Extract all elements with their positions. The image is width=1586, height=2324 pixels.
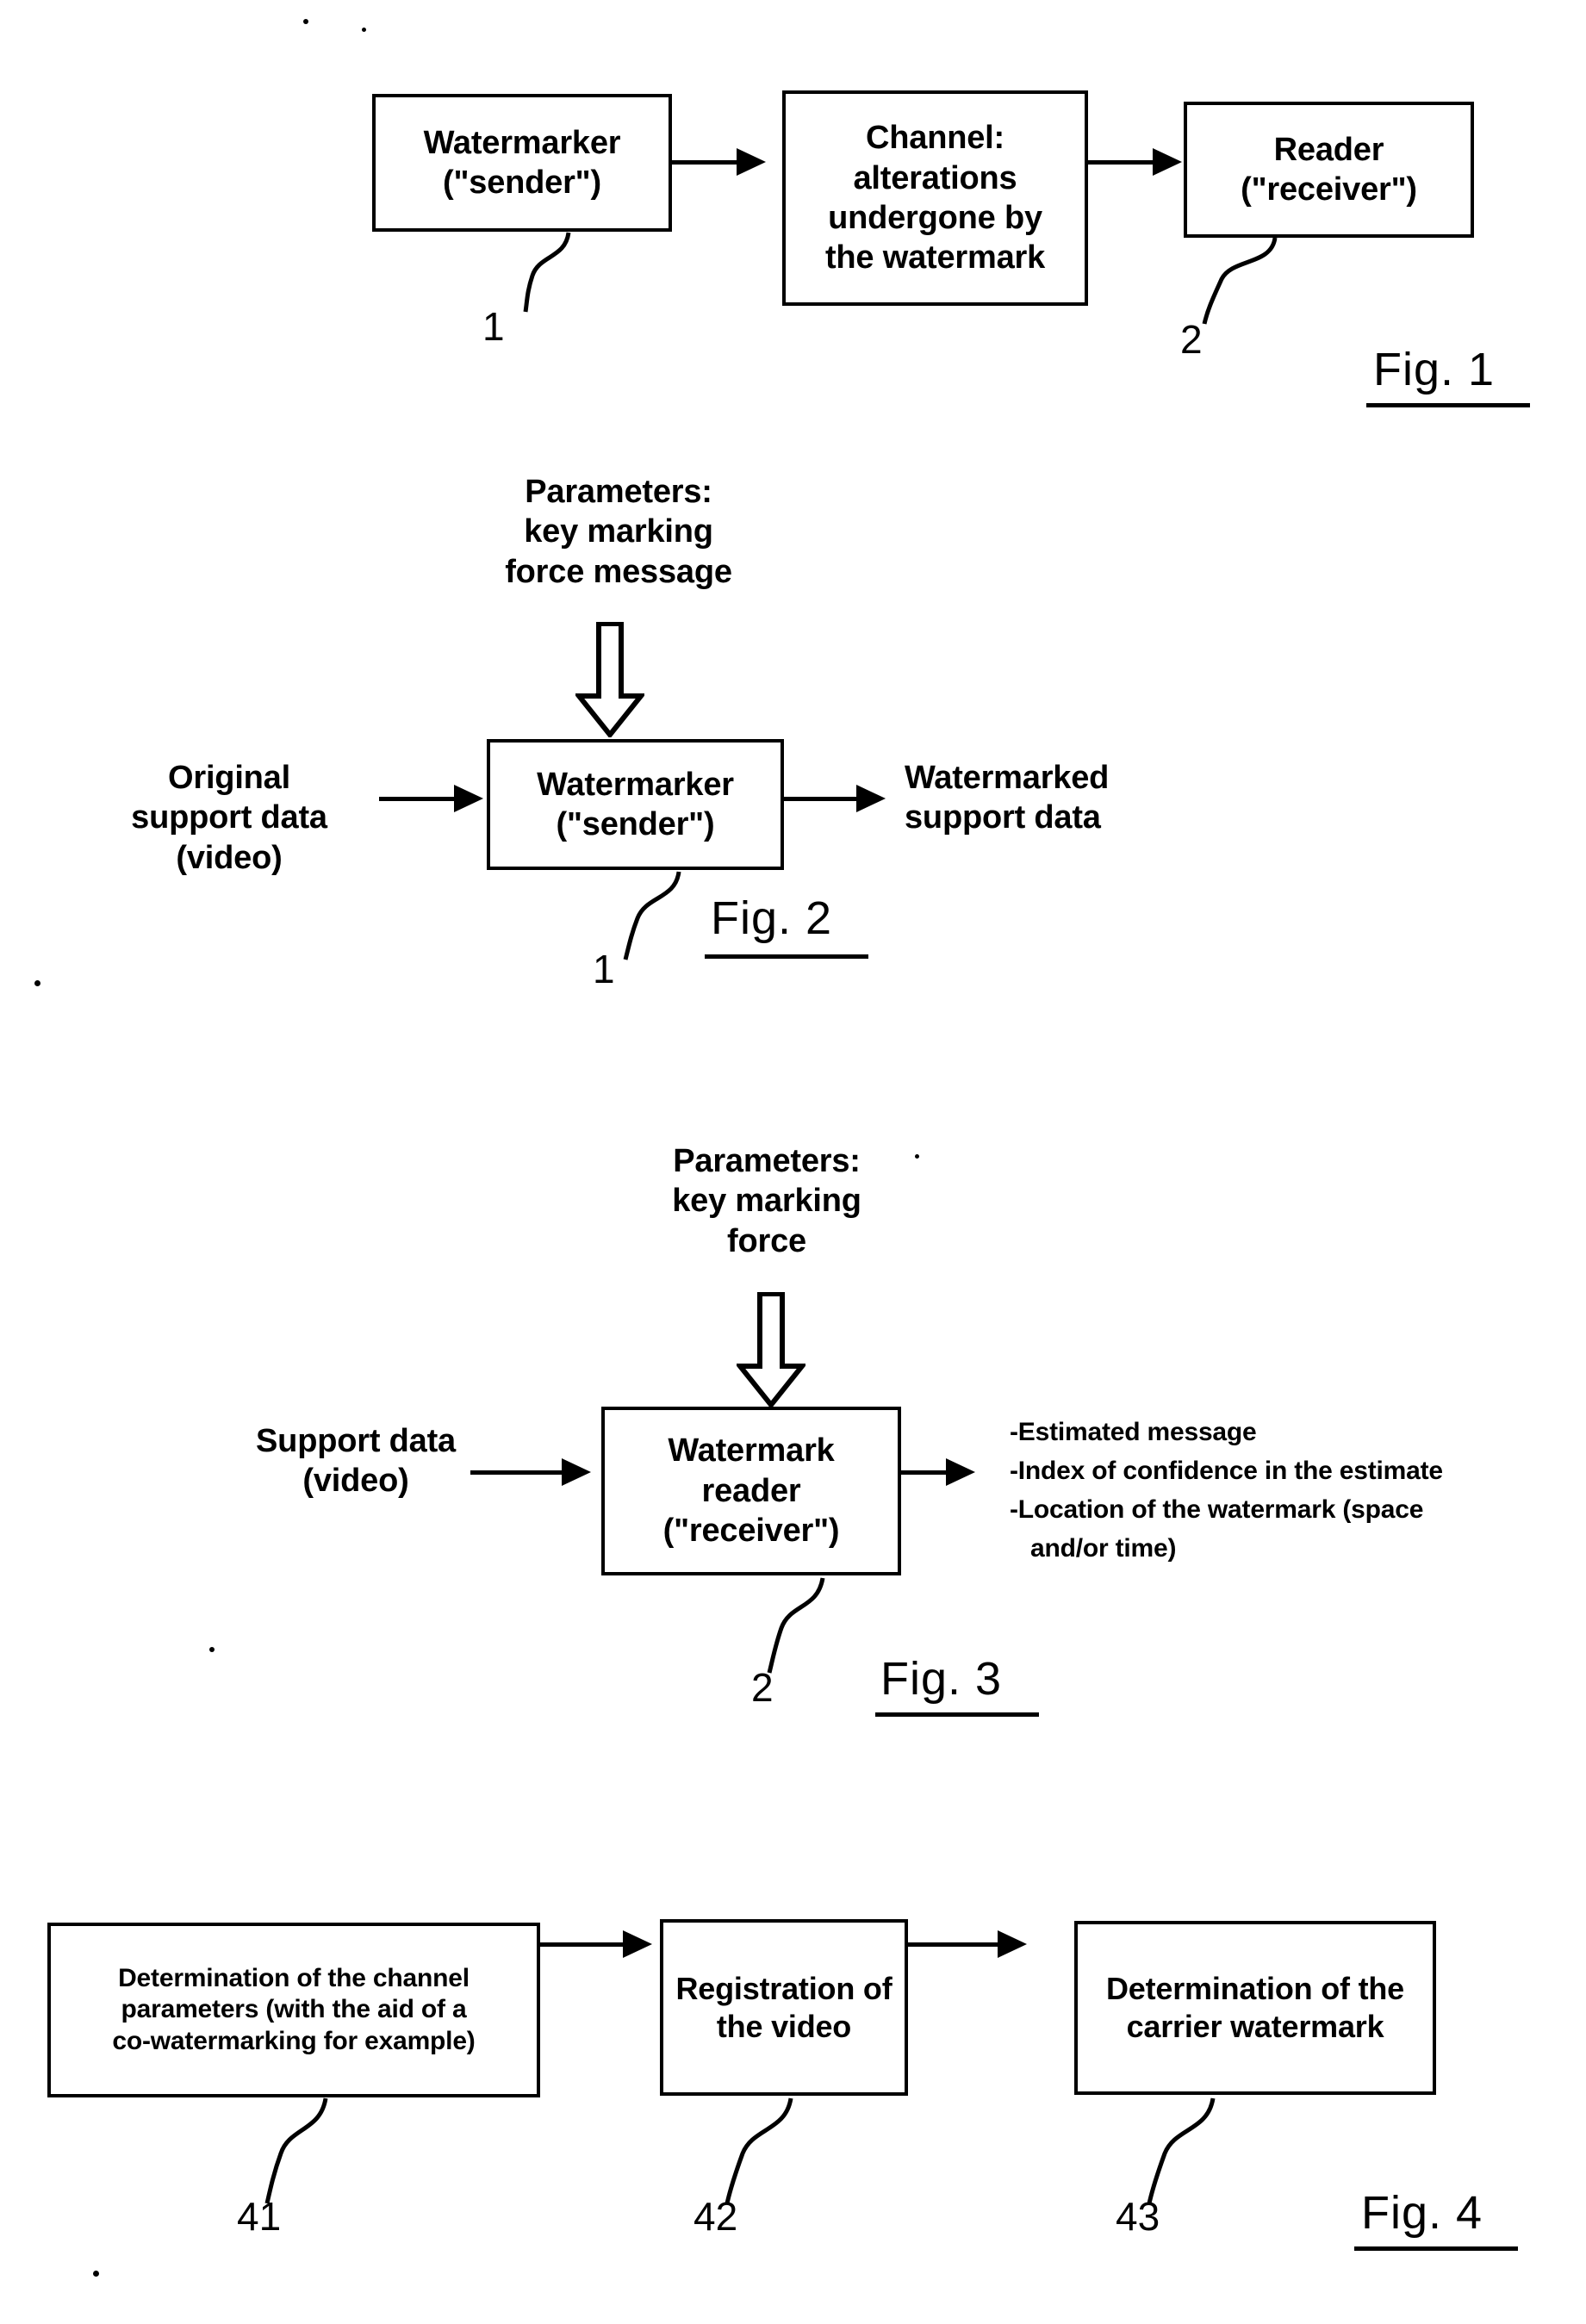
fig3-input-arrow-line [470, 1470, 574, 1475]
fig3-output-item-2: -Index of confidence in the estimate [1010, 1457, 1443, 1485]
fig3-caption-underline [875, 1712, 1039, 1717]
fig4-arrow-1-head [623, 1930, 652, 1958]
fig1-watermarker-sender-box: Watermarker ("sender") [372, 94, 672, 232]
fig4-registration-of-video-box: Registration of the video [660, 1919, 908, 2096]
fig2-caption: Fig. 2 [711, 892, 833, 944]
fig4-determine-carrier-watermark-box: Determination of the carrier watermark [1074, 1921, 1436, 2095]
scan-speck [362, 28, 366, 32]
fig2-output-label: Watermarked support data [905, 760, 1110, 836]
fig1-channel-box: Channel: alterations undergone by the wa… [782, 90, 1088, 306]
fig3-output-item-4: and/or time) [1030, 1534, 1177, 1563]
fig2-output-arrow-head [856, 785, 886, 812]
fig3-input-label: Support data (video) [256, 1423, 456, 1500]
fig2-ref-1: 1 [593, 947, 615, 991]
fig3-input-arrow-head [562, 1458, 591, 1486]
scan-speck [209, 1647, 215, 1652]
fig1-ref2-leader [1202, 237, 1278, 325]
fig4-ref41-leader [264, 2097, 328, 2204]
fig1-caption: Fig. 1 [1373, 344, 1496, 395]
fig4-determine-channel-parameters-box: Determination of the channel parameters … [47, 1923, 540, 2097]
patent-drawing-sheet: Watermarker ("sender") Channel: alterati… [0, 0, 1586, 2324]
scan-speck [93, 2271, 99, 2277]
fig2-caption-underline [705, 954, 868, 959]
fig3-parameters-label: Parameters: key marking force [672, 1143, 861, 1259]
fig1-reader-receiver-box: Reader ("receiver") [1184, 102, 1474, 238]
fig2-input-arrow-head [454, 785, 483, 812]
fig3-output-item-3: -Location of the watermark (space [1010, 1495, 1424, 1524]
fig1-ref-2: 2 [1180, 317, 1203, 362]
fig4-ref-42: 42 [693, 2194, 738, 2239]
fig1-arrow-1-head [737, 148, 766, 176]
fig2-parameters-block-arrow [575, 622, 644, 737]
fig3-caption: Fig. 3 [880, 1653, 1003, 1705]
fig3-ref2-leader [767, 1577, 825, 1674]
fig4-arrow-2-head [998, 1930, 1027, 1958]
fig2-watermarker-sender-box: Watermarker ("sender") [487, 739, 784, 870]
fig4-caption: Fig. 4 [1361, 2187, 1483, 2239]
fig4-caption-underline [1354, 2246, 1518, 2251]
fig4-ref-43: 43 [1116, 2194, 1160, 2239]
fig3-ref-2: 2 [751, 1665, 774, 1710]
fig4-ref43-leader [1147, 2097, 1216, 2204]
fig2-parameters-label: Parameters: key marking force message [505, 474, 732, 590]
fig3-output-item-1: -Estimated message [1010, 1418, 1257, 1446]
fig1-caption-underline [1366, 403, 1530, 407]
fig1-arrow-2-head [1153, 148, 1182, 176]
scan-speck [34, 980, 40, 986]
fig3-output-arrow-head [946, 1458, 975, 1486]
fig1-ref-1: 1 [482, 304, 505, 349]
fig1-ref1-leader [523, 232, 571, 313]
scan-speck [303, 19, 308, 24]
fig3-watermark-reader-box: Watermark reader ("receiver") [601, 1407, 901, 1575]
fig3-parameters-block-arrow [737, 1292, 805, 1407]
fig2-input-label: Original support data (video) [131, 760, 327, 876]
fig4-ref-41: 41 [237, 2194, 282, 2239]
fig4-ref42-leader [725, 2097, 793, 2204]
